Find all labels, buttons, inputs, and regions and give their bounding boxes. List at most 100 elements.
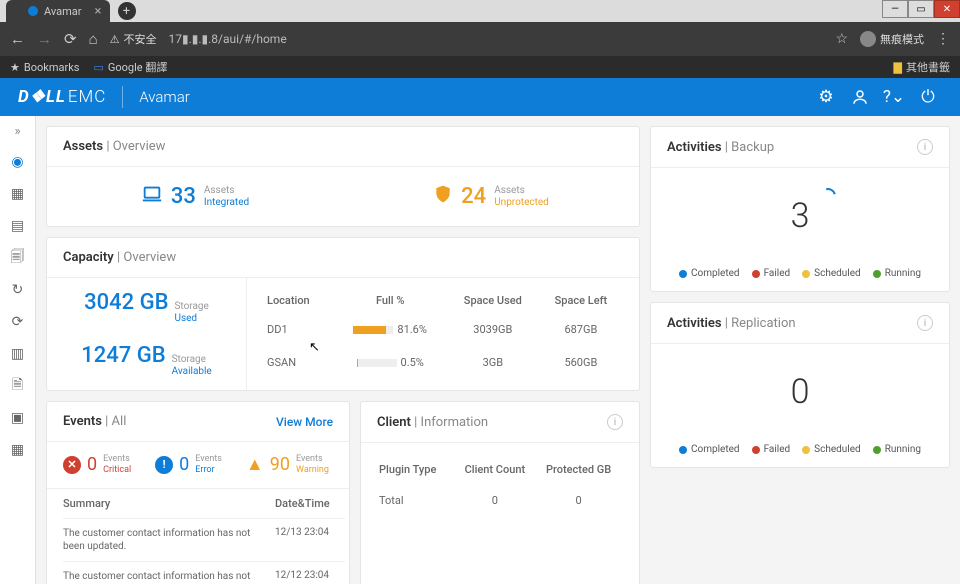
critical-icon: ✕ [63, 456, 81, 474]
sidebar: » ◉ ▦ ▤ 🗐 ↻ ⟳ ▥ 🗎 ▣ ▦ [0, 116, 36, 584]
list-item[interactable]: The customer contact information has not… [63, 561, 345, 584]
dot-failed-icon [752, 270, 760, 278]
insecure-badge[interactable]: ⚠ 不安全 [110, 31, 157, 47]
product-name: Avamar [139, 88, 190, 106]
new-tab-button[interactable]: + [118, 2, 136, 20]
url-text[interactable]: 17▮.▮.▮.8/aui/#/home [169, 32, 824, 46]
window-minimize-button[interactable]: — [882, 0, 908, 18]
dot-running-icon [873, 446, 881, 454]
incognito-badge[interactable]: 無痕模式 [860, 31, 924, 47]
window-maximize-button[interactable]: ▭ [908, 0, 934, 18]
tab-favicon [28, 6, 38, 16]
dot-failed-icon [752, 446, 760, 454]
activities-legend: Completed Failed Scheduled Running [651, 428, 949, 467]
user-icon[interactable] [846, 83, 874, 111]
capacity-card: Capacity | Overview 3042 GB StorageUsed … [46, 237, 640, 391]
sidebar-events-icon[interactable]: ▣ [9, 409, 27, 427]
capacity-table: Location Full % Space Used Space Left DD… [263, 288, 623, 379]
folder-icon: ▇ [894, 61, 902, 74]
info-icon[interactable]: i [607, 414, 623, 430]
browser-tab[interactable]: Avamar × [6, 0, 110, 22]
reload-button[interactable]: ⟳ [64, 30, 77, 48]
secure-label: 不安全 [124, 31, 157, 47]
browser-menu-button[interactable]: ⋮ [936, 31, 950, 47]
sidebar-backup-icon[interactable]: 🗐 [9, 249, 27, 267]
activities-backup-count: 3 [651, 196, 949, 236]
back-button[interactable]: ← [10, 30, 25, 48]
address-bar: ← → ⟳ ⌂ ⚠ 不安全 17▮.▮.▮.8/aui/#/home ☆ 無痕模… [0, 22, 960, 56]
list-item[interactable]: The customer contact information has not… [63, 518, 345, 561]
dot-running-icon [873, 270, 881, 278]
brand-divider [122, 86, 123, 108]
app-body: » ◉ ▦ ▤ 🗐 ↻ ⟳ ▥ 🗎 ▣ ▦ Assets | Overview [0, 116, 960, 584]
incognito-icon [860, 31, 876, 47]
other-bookmarks-folder[interactable]: ▇ 其他書籤 [894, 59, 950, 75]
dot-scheduled-icon [802, 270, 810, 278]
bookmark-bar: ★ Bookmarks ▭ Google 翻譯 ▇ 其他書籤 [0, 56, 960, 78]
assets-title: Assets | Overview [63, 139, 165, 154]
sidebar-activity-icon[interactable]: ⟳ [9, 313, 27, 331]
client-title: Client | Information [377, 415, 488, 430]
activities-backup-title: Activities | Backup [667, 140, 774, 155]
events-title: Events | All [63, 414, 126, 429]
incognito-label: 無痕模式 [880, 31, 924, 47]
info-icon[interactable]: i [917, 315, 933, 331]
sidebar-dashboard-icon[interactable]: ◉ [9, 153, 27, 171]
events-error[interactable]: ! 0 EventsError [155, 454, 222, 476]
home-button[interactable]: ⌂ [89, 30, 98, 48]
window-close-button[interactable]: ✕ [934, 0, 960, 18]
brand-logo: D❖LL EMC [18, 87, 106, 107]
capacity-available: 1247 GB StorageAvailable [81, 343, 212, 378]
asset-integrated[interactable]: 33 Assets Integrated [47, 183, 343, 210]
laptop-icon [141, 183, 163, 210]
warning-icon: ▲ [246, 454, 264, 475]
capacity-used: 3042 GB StorageUsed [84, 290, 209, 325]
sidebar-admin-icon[interactable]: ▦ [9, 441, 27, 459]
bookmark-star-icon[interactable]: ☆ [835, 31, 848, 47]
table-row: Total 0 0 [379, 484, 621, 517]
tab-bar: Avamar × + — ▭ ✕ [0, 0, 960, 22]
tab-close-icon[interactable]: × [95, 4, 102, 19]
asset-unprotected-count: 24 [461, 184, 486, 209]
client-card: Client | Information i Plugin Type Clien… [360, 401, 640, 584]
window-controls: — ▭ ✕ [882, 0, 960, 18]
events-view-more-link[interactable]: View More [276, 415, 333, 429]
table-row: GSAN 0.5% 3GB560GB [263, 346, 623, 379]
activities-replication-count: 0 [651, 372, 949, 412]
dot-completed-icon [679, 446, 687, 454]
sidebar-assets-icon[interactable]: ▦ [9, 185, 27, 203]
assets-card: Assets | Overview 33 Assets Integrated [46, 126, 640, 227]
info-icon[interactable]: i [917, 139, 933, 155]
google-translate-link[interactable]: ▭ Google 翻譯 [93, 59, 167, 75]
sidebar-restore-icon[interactable]: ↻ [9, 281, 27, 299]
capacity-title: Capacity | Overview [63, 250, 176, 265]
settings-gear-icon[interactable]: ⚙ [812, 83, 840, 111]
asset-unprotected[interactable]: 24 Assets Unprotected [343, 183, 639, 210]
sidebar-reports-icon[interactable]: 🗎 [9, 377, 27, 395]
activities-legend: Completed Failed Scheduled Running [651, 252, 949, 291]
dot-completed-icon [679, 270, 687, 278]
power-icon[interactable]: ⏻ [914, 83, 942, 111]
brand-dell: D❖LL [18, 87, 66, 107]
sidebar-policy-icon[interactable]: ▤ [9, 217, 27, 235]
activities-backup-card: Activities | Backup i 3 Completed Failed… [650, 126, 950, 292]
bookmarks-link[interactable]: ★ Bookmarks [10, 61, 79, 74]
sidebar-expand-button[interactable]: » [14, 124, 20, 139]
help-icon[interactable]: ?⌄ [880, 83, 908, 111]
tab-title: Avamar [44, 5, 82, 18]
warning-icon: ⚠ [110, 33, 120, 46]
brand-emc: EMC [68, 87, 106, 107]
sidebar-server-icon[interactable]: ▥ [9, 345, 27, 363]
activities-replication-title: Activities | Replication [667, 316, 796, 331]
events-card: Events | All View More ✕ 0 EventsCritica… [46, 401, 350, 584]
activities-replication-card: Activities | Replication i 0 Completed F… [650, 302, 950, 468]
events-warning[interactable]: ▲ 90 EventsWarning [246, 454, 329, 476]
events-critical[interactable]: ✕ 0 EventsCritical [63, 454, 131, 476]
forward-button[interactable]: → [37, 30, 52, 48]
dot-scheduled-icon [802, 446, 810, 454]
table-row: DD1 81.6% 3039GB687GB [263, 313, 623, 346]
content: Assets | Overview 33 Assets Integrated [36, 116, 960, 584]
error-icon: ! [155, 456, 173, 474]
browser-chrome: Avamar × + — ▭ ✕ ← → ⟳ ⌂ ⚠ 不安全 17▮.▮.▮.8… [0, 0, 960, 78]
events-list[interactable]: Summary Date&Time The customer contact i… [47, 489, 349, 584]
